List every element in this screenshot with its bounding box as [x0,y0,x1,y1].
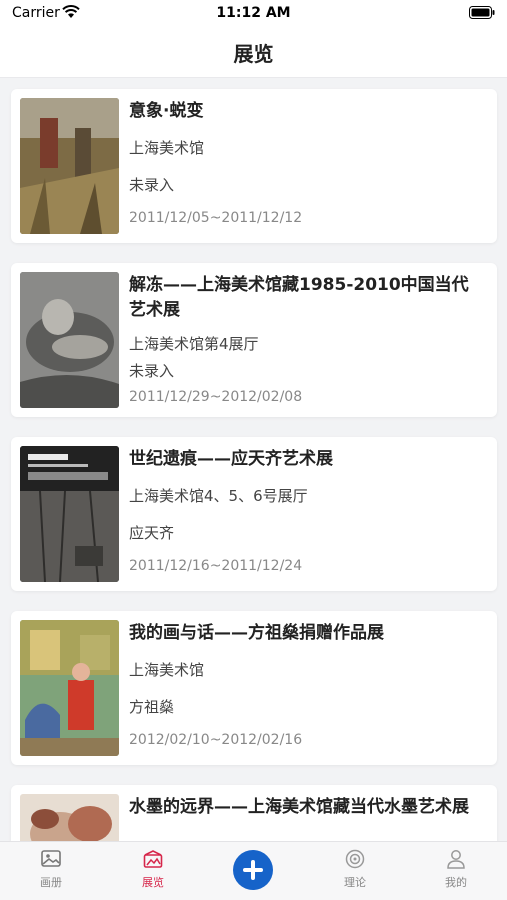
exhibition-artist: 未录入 [129,362,175,380]
user-icon [447,850,465,869]
gallery-icon [143,850,163,868]
exhibition-title: 解冻——上海美术馆藏1985-2010中国当代艺术展 [129,275,469,320]
exhibition-title: 意象·蜕变 [129,101,204,121]
exhibition-artist: 应天齐 [129,524,175,542]
exhibition-card[interactable]: 解冻——上海美术馆藏1985-2010中国当代艺术展 上海美术馆第4展厅 未录入… [11,263,497,417]
exhibition-title: 世纪遗痕——应天齐艺术展 [129,449,333,469]
exhibition-title: 我的画与话——方祖燊捐赠作品展 [129,623,384,643]
status-time: 11:12 AM [216,5,291,21]
tab-bar: 画册 展览 理论 我的 [0,841,507,900]
exhibition-poster-image [20,620,119,756]
tab-theory[interactable]: 理论 [315,848,395,890]
exhibition-card[interactable]: 水墨的远界——上海美术馆藏当代水墨艺术展 [11,785,497,841]
add-button[interactable] [233,850,273,890]
exhibition-dates: 2012/02/10~2012/02/16 [129,732,303,748]
exhibition-dates: 2011/12/16~2011/12/24 [129,558,303,574]
tab-label: 展览 [142,876,164,889]
exhibition-poster-image [20,98,119,234]
exhibition-poster-image [20,794,119,841]
status-bar: Carrier 11:12 AM [0,0,507,28]
exhibition-artist: 方祖燊 [129,698,175,716]
tab-label: 画册 [40,876,62,889]
exhibition-venue: 上海美术馆4、5、6号展厅 [129,487,308,505]
tab-label: 理论 [344,876,366,889]
exhibition-poster-image [20,446,119,582]
picture-icon [41,850,61,867]
exhibition-dates: 2011/12/29~2012/02/08 [129,389,303,405]
battery-icon [469,6,495,19]
exhibition-card[interactable]: 意象·蜕变 上海美术馆 未录入 2011/12/05~2011/12/12 [11,89,497,243]
tab-exhibitions[interactable]: 展览 [113,848,193,890]
exhibition-artist: 未录入 [129,176,175,194]
plus-icon [251,860,255,880]
exhibition-title: 水墨的远界——上海美术馆藏当代水墨艺术展 [129,797,469,817]
exhibition-venue: 上海美术馆 [129,139,205,157]
page-title: 展览 [233,42,274,66]
exhibition-poster-image [20,272,119,408]
exhibition-list[interactable]: 意象·蜕变 上海美术馆 未录入 2011/12/05~2011/12/12 解冻… [0,79,507,841]
exhibition-dates: 2011/12/05~2011/12/12 [129,210,303,226]
tab-label: 我的 [445,876,467,889]
navigation-bar: 展览 [0,28,507,78]
tab-album[interactable]: 画册 [11,848,91,890]
exhibition-venue: 上海美术馆 [129,661,205,679]
target-icon [345,849,365,869]
exhibition-card[interactable]: 我的画与话——方祖燊捐赠作品展 上海美术馆 方祖燊 2012/02/10~201… [11,611,497,765]
exhibition-card[interactable]: 世纪遗痕——应天齐艺术展 上海美术馆4、5、6号展厅 应天齐 2011/12/1… [11,437,497,591]
tab-profile[interactable]: 我的 [416,848,496,890]
exhibition-venue: 上海美术馆第4展厅 [129,335,259,353]
